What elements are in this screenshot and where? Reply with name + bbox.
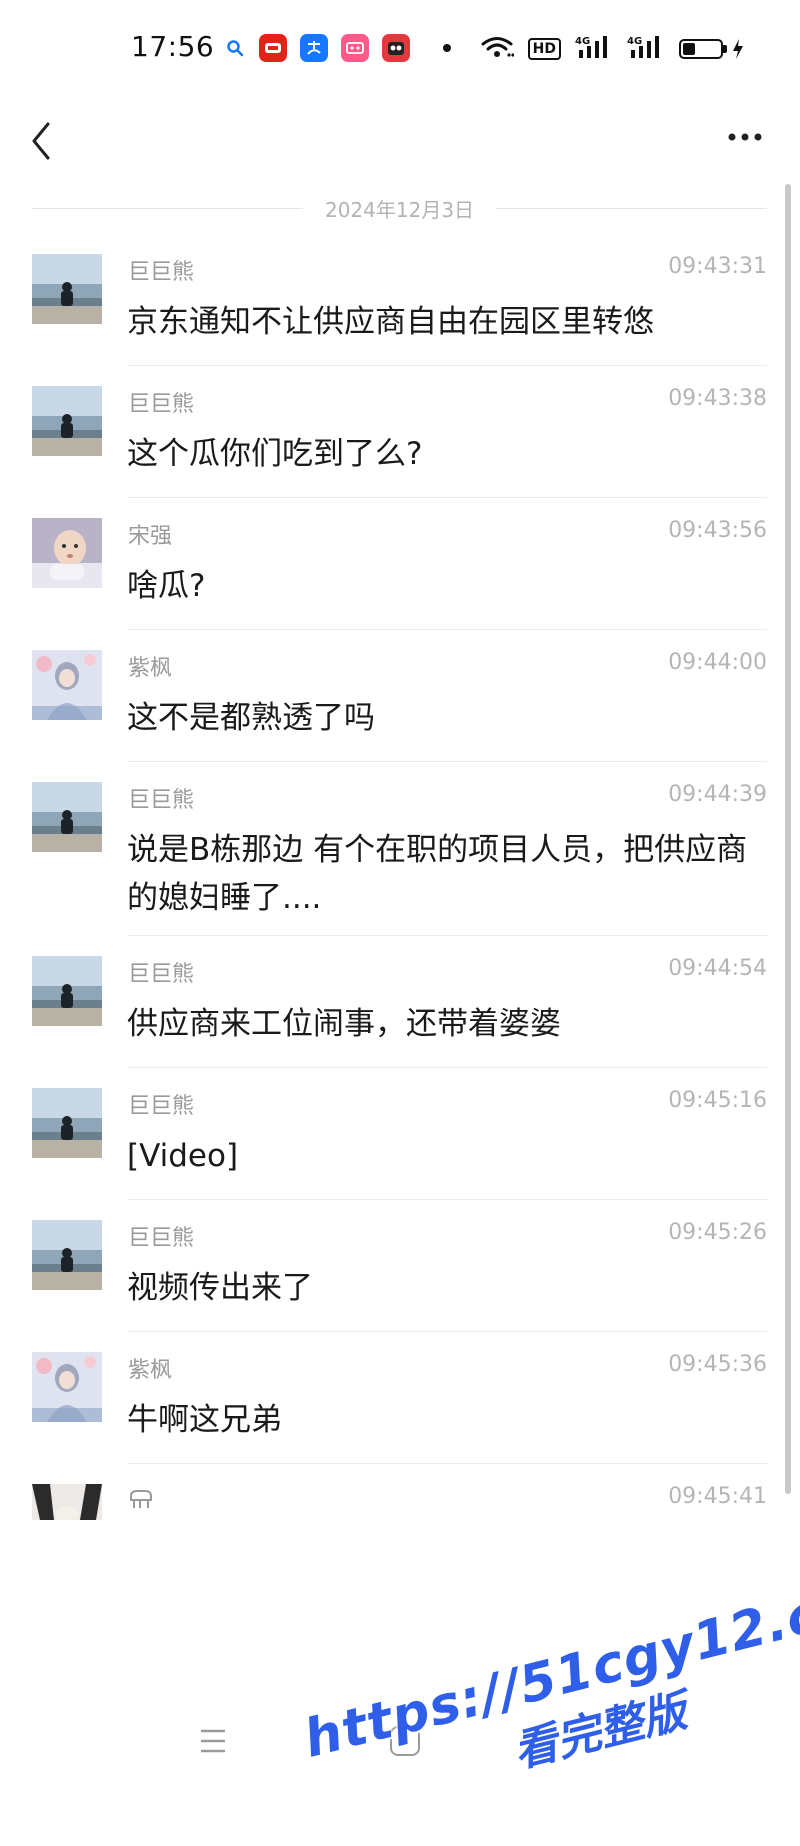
message-row[interactable]: 巨巨熊 09:43:38 这个瓜你们吃到了么? (0, 366, 800, 498)
sender-name: 巨巨熊 (128, 962, 195, 987)
search-app-icon (224, 34, 246, 62)
menu-nav-button[interactable] (199, 1728, 227, 1754)
message-text[interactable]: [Video] (127, 1132, 757, 1180)
sender-name: 巨巨熊 (128, 1094, 195, 1119)
message-row[interactable]: 09:45:41 (0, 1464, 800, 1596)
message-time: 09:44:39 (668, 782, 767, 807)
avatar[interactable] (32, 1352, 102, 1422)
avatar[interactable] (32, 782, 102, 852)
message-time: 09:43:38 (668, 386, 767, 411)
date-label: 2024年12月3日 (324, 197, 475, 222)
pink-app-icon (341, 34, 369, 62)
sender-name: 巨巨熊 (128, 788, 195, 813)
message-time: 09:44:00 (668, 650, 767, 675)
message-time: 09:43:56 (668, 518, 767, 543)
message-row[interactable]: 紫枫 09:45:36 牛啊这兄弟 (0, 1332, 800, 1464)
more-button[interactable] (720, 122, 770, 152)
status-indicators: HD 4G 4G (480, 34, 745, 64)
avatar[interactable] (32, 1220, 102, 1290)
message-row[interactable]: 宋强 09:43:56 啥瓜? (0, 498, 800, 630)
message-time: 09:45:26 (668, 1220, 767, 1245)
battery-icon (679, 38, 745, 60)
message-row[interactable]: 紫枫 09:44:00 这不是都熟透了吗 (0, 630, 800, 762)
divider-line (32, 207, 303, 209)
menu-icon (201, 1729, 225, 1753)
message-text[interactable]: 这不是都熟透了吗 (127, 694, 757, 742)
status-app-icons (224, 34, 451, 62)
message-time: 09:45:36 (668, 1352, 767, 1377)
hd-badge: HD (527, 38, 561, 60)
sender-name: 紫枫 (128, 1358, 173, 1383)
sender-name: 巨巨熊 (128, 1226, 195, 1251)
avatar[interactable] (32, 254, 102, 324)
more-dots-icon (728, 133, 762, 141)
avatar[interactable] (32, 956, 102, 1026)
back-button[interactable] (24, 116, 64, 166)
message-time: 09:44:54 (668, 956, 767, 981)
message-text[interactable]: 牛啊这兄弟 (127, 1396, 757, 1444)
divider-line (496, 207, 768, 209)
message-text[interactable]: 视频传出来了 (127, 1264, 757, 1312)
sender-name: 巨巨熊 (128, 392, 195, 417)
svg-text:4G: 4G (627, 36, 642, 47)
message-text[interactable]: 这个瓜你们吃到了么? (127, 430, 757, 478)
signal-icon-2: 4G (627, 34, 665, 64)
signal-icon-1: 4G (575, 34, 613, 64)
message-row[interactable]: 巨巨熊 09:45:26 视频传出来了 (0, 1200, 800, 1332)
message-text[interactable]: 京东通知不让供应商自由在园区里转悠 (127, 298, 757, 346)
sender-name: 宋强 (128, 524, 173, 549)
tmall-icon (382, 34, 410, 62)
chevron-left-icon (32, 122, 50, 160)
message-time: 09:43:31 (668, 254, 767, 279)
avatar[interactable] (32, 518, 102, 588)
message-row[interactable]: 巨巨熊 09:44:39 说是B栋那边 有个在职的项目人员，把供应商的媳妇睡了...… (0, 762, 800, 936)
message-text[interactable]: 供应商来工位闹事，还带着婆婆 (127, 1000, 757, 1048)
home-nav-button[interactable] (390, 1726, 420, 1756)
sender-badge-icon (128, 1488, 154, 1514)
avatar[interactable] (32, 650, 102, 720)
wifi-icon (480, 35, 515, 63)
avatar[interactable] (32, 1088, 102, 1158)
system-nav-bar (0, 1712, 800, 1792)
message-row[interactable]: 巨巨熊 09:43:31 京东通知不让供应商自由在园区里转悠 (0, 234, 800, 366)
message-row[interactable]: 巨巨熊 09:45:16 [Video] (0, 1068, 800, 1200)
sender-name: 巨巨熊 (128, 260, 195, 285)
message-text[interactable]: 说是B栋那边 有个在职的项目人员，把供应商的媳妇睡了.... (127, 826, 757, 922)
status-bar: 17:56 HD 4G 4G (0, 0, 800, 100)
message-row[interactable]: 巨巨熊 09:44:54 供应商来工位闹事，还带着婆婆 (0, 936, 800, 1068)
avatar[interactable] (32, 1484, 102, 1520)
date-divider: 2024年12月3日 (32, 190, 768, 226)
message-time: 09:45:16 (668, 1088, 767, 1113)
alipay-icon (300, 34, 328, 62)
sender-name: 紫枫 (128, 656, 173, 681)
red-app-icon (259, 34, 287, 62)
avatar[interactable] (32, 386, 102, 456)
svg-text:4G: 4G (575, 36, 590, 47)
status-time: 17:56 (131, 30, 215, 63)
notification-dot (443, 44, 451, 52)
message-time: 09:45:41 (668, 1484, 767, 1509)
message-text[interactable]: 啥瓜? (127, 562, 757, 610)
